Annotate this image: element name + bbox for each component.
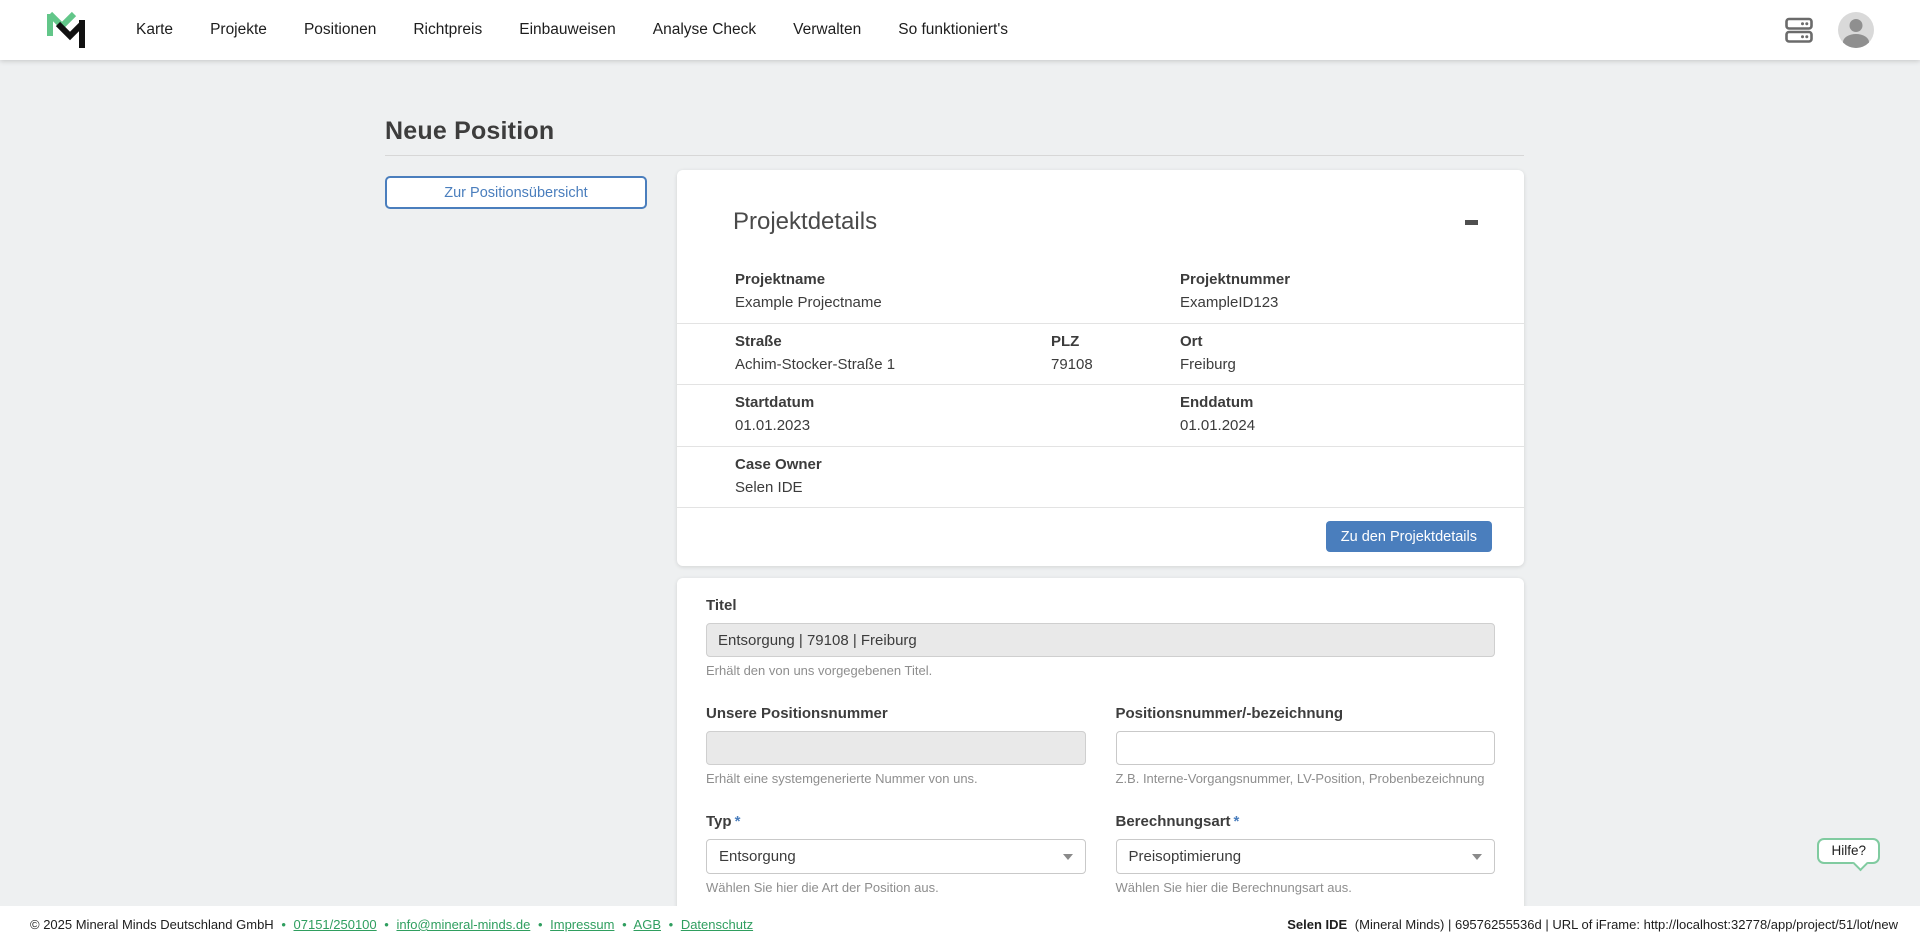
minus-icon (1465, 220, 1478, 225)
titel-label: Titel (706, 597, 737, 614)
footer-separator: • (622, 917, 627, 932)
nav-item-richtpreis[interactable]: Richtpreis (413, 21, 482, 38)
unsere-positionsnummer-label: Unsere Positionsnummer (706, 705, 888, 722)
footer-separator: • (538, 917, 543, 932)
project-details-card: Projektdetails Projektname Example Proje… (677, 170, 1524, 566)
berechnungsart-selected-value: Preisoptimierung (1129, 848, 1242, 865)
nav-item-so-funktionierts[interactable]: So funktioniert's (898, 21, 1008, 38)
startdatum-value: 01.01.2023 (735, 416, 1180, 436)
startdatum-label: Startdatum (735, 393, 1180, 413)
avatar-head (1850, 19, 1863, 32)
plz-value: 79108 (1051, 355, 1180, 375)
nav-item-positionen[interactable]: Positionen (304, 21, 376, 38)
berechnungsart-select[interactable]: Preisoptimierung (1116, 839, 1496, 874)
nav-item-einbauweisen[interactable]: Einbauweisen (519, 21, 616, 38)
footer-session-info: Selen IDE (Mineral Minds) | 69576255536d… (1287, 917, 1898, 932)
avatar-body (1843, 34, 1869, 48)
typ-label: Typ* (706, 813, 740, 830)
projektnummer-label: Projektnummer (1180, 270, 1480, 290)
mineral-minds-logo[interactable] (42, 6, 94, 54)
chevron-down-icon (1063, 854, 1073, 860)
nav-item-projekte[interactable]: Projekte (210, 21, 267, 38)
left-column: Zur Positionsübersicht (385, 170, 647, 943)
help-bubble-tail (1853, 856, 1869, 872)
required-asterisk: * (1234, 813, 1240, 830)
strasse-value: Achim-Stocker-Straße 1 (735, 355, 1051, 375)
footer-link-agb[interactable]: AGB (634, 917, 661, 932)
unsere-positionsnummer-helper: Erhält eine systemgenerierte Nummer von … (706, 771, 1086, 786)
nav-menu: Karte Projekte Positionen Richtpreis Ein… (136, 21, 1008, 39)
title-divider (385, 155, 1524, 156)
nav-item-verwalten[interactable]: Verwalten (793, 21, 861, 38)
nav-right-actions (1784, 12, 1874, 48)
collapse-card-button[interactable] (1461, 216, 1482, 229)
right-column: Projektdetails Projektname Example Proje… (677, 170, 1524, 943)
enddatum-value: 01.01.2024 (1180, 416, 1480, 436)
chevron-down-icon (1472, 854, 1482, 860)
help-button[interactable]: Hilfe? (1817, 838, 1880, 864)
row-datum: Startdatum 01.01.2023 Enddatum 01.01.202… (677, 385, 1524, 447)
row-case-owner: Case Owner Selen IDE (677, 447, 1524, 509)
nav-item-karte[interactable]: Karte (136, 21, 173, 38)
ort-label: Ort (1180, 332, 1480, 352)
project-details-title: Projektdetails (733, 208, 877, 236)
field-titel: Titel Erhält den von uns vorgegebenen Ti… (706, 597, 1495, 678)
unsere-positionsnummer-input (706, 731, 1086, 765)
field-typ: Typ* Entsorgung Wählen Sie hier die Art … (706, 813, 1086, 895)
field-positionsnummer: Positionsnummer/-bezeichnung Z.B. Intern… (1116, 705, 1496, 786)
projektname-label: Projektname (735, 270, 1180, 290)
user-avatar-icon[interactable] (1838, 12, 1874, 48)
footer-left: © 2025 Mineral Minds Deutschland GmbH • … (30, 917, 753, 932)
new-position-form-card: Titel Erhält den von uns vorgegebenen Ti… (677, 578, 1524, 943)
footer-separator: • (281, 917, 286, 932)
typ-selected-value: Entsorgung (719, 848, 796, 865)
footer-separator: • (384, 917, 389, 932)
field-unsere-positionsnummer: Unsere Positionsnummer Erhält eine syste… (706, 705, 1086, 786)
footer-session-details: (Mineral Minds) | 69576255536d | URL of … (1355, 917, 1898, 932)
row-projektname: Projektname Example Projectname Projektn… (677, 262, 1524, 324)
titel-input (706, 623, 1495, 657)
typ-helper: Wählen Sie hier die Art der Position aus… (706, 880, 1086, 895)
berechnungsart-helper: Wählen Sie hier die Berechnungsart aus. (1116, 880, 1496, 895)
ort-value: Freiburg (1180, 355, 1480, 375)
projektname-value: Example Projectname (735, 293, 1180, 313)
footer: © 2025 Mineral Minds Deutschland GmbH • … (0, 906, 1920, 943)
typ-select[interactable]: Entsorgung (706, 839, 1086, 874)
page-title: Neue Position (385, 117, 1524, 146)
footer-link-email[interactable]: info@mineral-minds.de (396, 917, 530, 932)
main-content: Neue Position Zur Positionsübersicht Pro… (385, 60, 1524, 943)
footer-link-impressum[interactable]: Impressum (550, 917, 614, 932)
berechnungsart-label: Berechnungsart* (1116, 813, 1240, 830)
projektnummer-value: ExampleID123 (1180, 293, 1480, 313)
titel-helper: Erhält den von uns vorgegebenen Titel. (706, 663, 1495, 678)
to-project-details-button[interactable]: Zu den Projektdetails (1326, 521, 1492, 552)
case-owner-label: Case Owner (735, 455, 1480, 475)
nav-item-analyse-check[interactable]: Analyse Check (653, 21, 756, 38)
row-adresse: Straße Achim-Stocker-Straße 1 PLZ 79108 … (677, 324, 1524, 386)
case-owner-value: Selen IDE (735, 478, 1480, 498)
field-berechnungsart: Berechnungsart* Preisoptimierung Wählen … (1116, 813, 1496, 895)
copyright-text: © 2025 Mineral Minds Deutschland GmbH (30, 917, 274, 932)
strasse-label: Straße (735, 332, 1051, 352)
footer-separator: • (669, 917, 674, 932)
positionsnummer-helper: Z.B. Interne-Vorgangsnummer, LV-Position… (1116, 771, 1496, 786)
server-stack-icon[interactable] (1784, 15, 1814, 45)
footer-link-phone[interactable]: 07151/250100 (294, 917, 377, 932)
positions-overview-button[interactable]: Zur Positionsübersicht (385, 176, 647, 209)
positionsnummer-input[interactable] (1116, 731, 1496, 765)
top-nav: Karte Projekte Positionen Richtpreis Ein… (0, 0, 1920, 60)
plz-label: PLZ (1051, 332, 1180, 352)
required-asterisk: * (735, 813, 741, 830)
project-details-rows: Projektname Example Projectname Projektn… (677, 262, 1524, 508)
enddatum-label: Enddatum (1180, 393, 1480, 413)
logo-icon (42, 6, 94, 54)
positionsnummer-label: Positionsnummer/-bezeichnung (1116, 705, 1344, 722)
footer-link-datenschutz[interactable]: Datenschutz (681, 917, 753, 932)
footer-user-name: Selen IDE (1287, 917, 1347, 932)
